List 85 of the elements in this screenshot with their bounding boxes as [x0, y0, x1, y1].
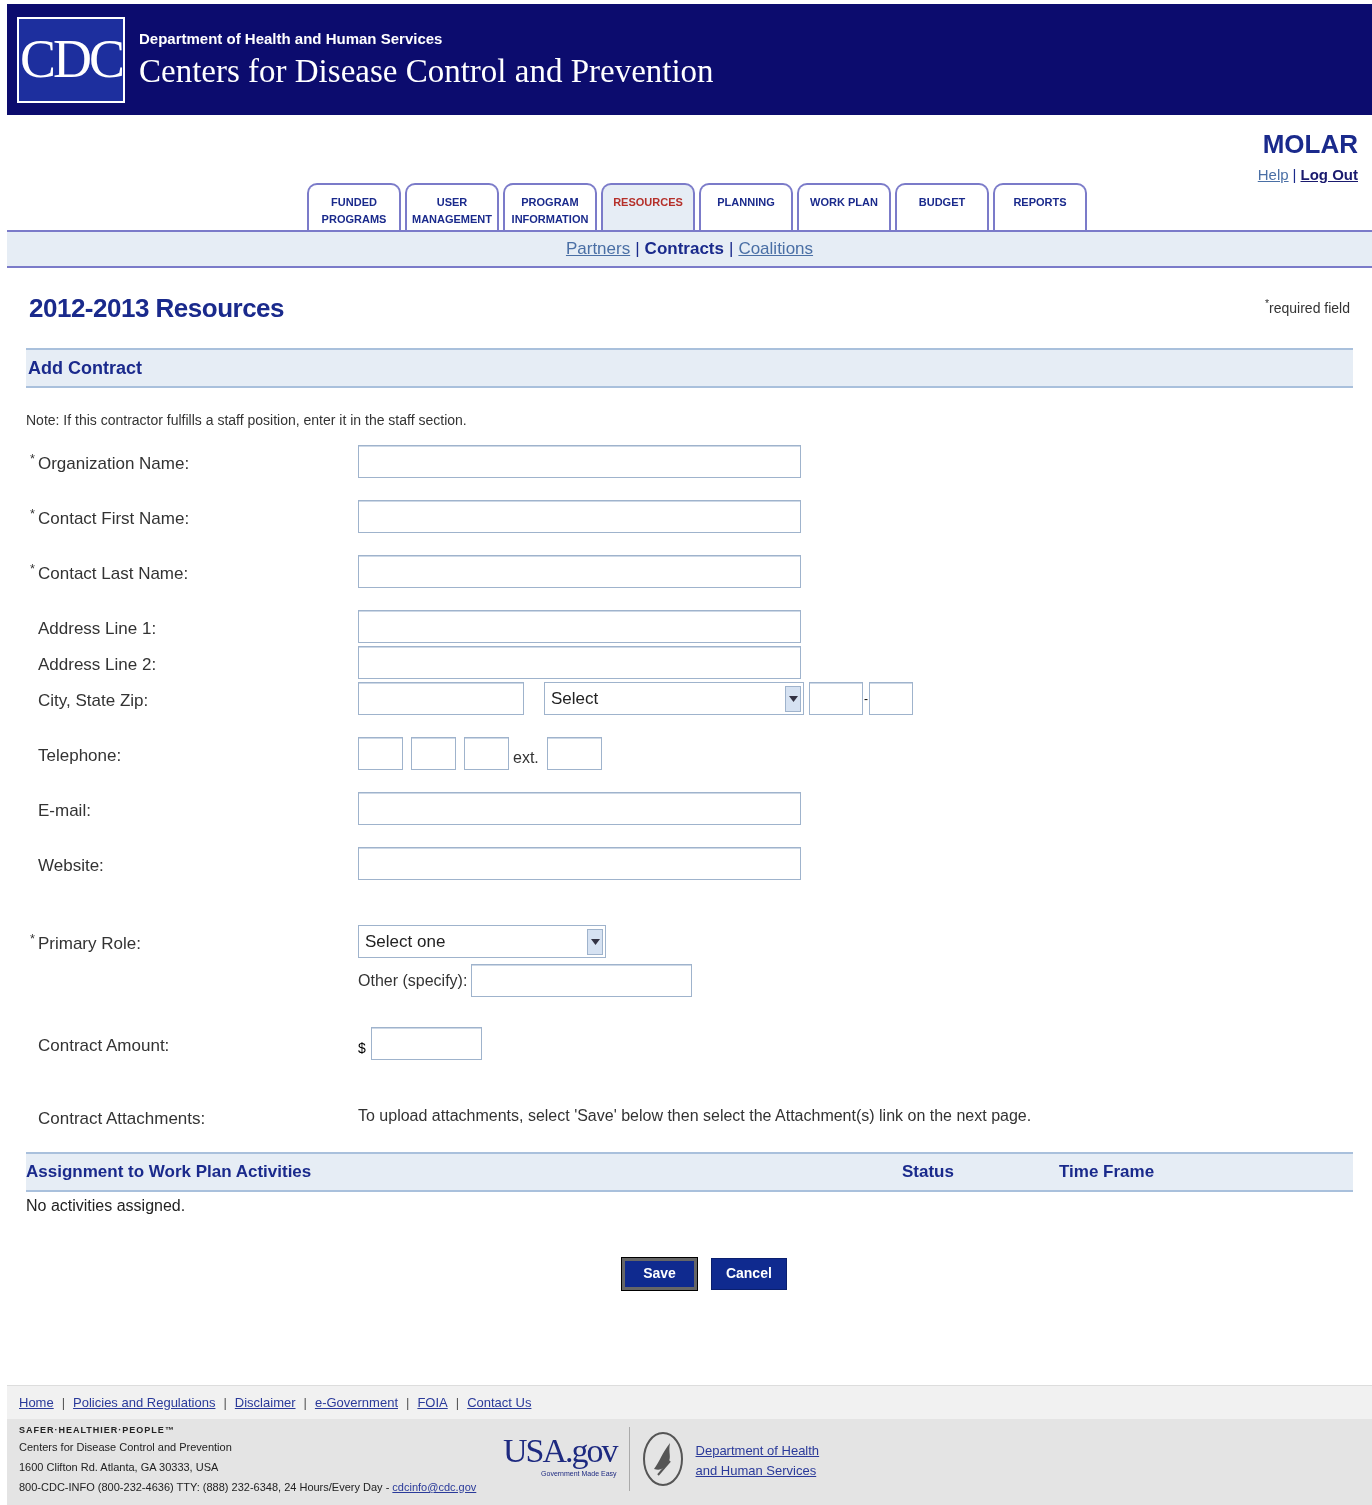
field-label: Website: — [37, 855, 105, 877]
app-name: MOLAR — [1262, 128, 1358, 161]
select-dropdown[interactable]: Select — [544, 682, 804, 715]
form-button[interactable]: Save — [622, 1257, 697, 1290]
link-separator: | — [61, 1393, 66, 1412]
input-field[interactable] — [411, 737, 456, 770]
nav-tab[interactable]: USER MANAGEMENT — [405, 183, 499, 230]
contact-line: 800-CDC-INFO (800-232-4636) TTY: (888) 232-6348, 24 Hours/Every Day - cdcinfo@cdc.gov — [19, 1480, 478, 1495]
hhs-link[interactable]: Department of Health and Human Services — [695, 1441, 820, 1481]
column-header: Time Frame — [1059, 1160, 1155, 1183]
required-note: $^{*}$required field — [1264, 297, 1350, 318]
other-label: Other (specify): — [358, 970, 468, 991]
header-link[interactable]: Help — [1257, 164, 1289, 187]
cdc-logo: CDC — [17, 16, 125, 103]
note-text: Note: If this contractor fulfills a staff position, enter it in the staff section. — [26, 411, 468, 430]
input-field[interactable] — [358, 500, 801, 533]
field-label: Address Line 2: — [37, 654, 158, 676]
field-label: Telephone: — [37, 745, 123, 767]
footer-link[interactable]: e-Government — [314, 1392, 398, 1413]
address-line: 1600 Clifton Rd. Atlanta, GA 30333, USA — [19, 1460, 220, 1475]
input-field[interactable] — [809, 682, 863, 715]
link-separator: | — [728, 238, 734, 261]
field-label: E-mail: — [37, 800, 92, 822]
footer-link[interactable]: Disclaimer — [234, 1392, 296, 1413]
email-link[interactable]: cdcinfo@cdc.gov — [392, 1481, 477, 1493]
input-field[interactable] — [546, 737, 602, 770]
department-name: Department of Health and Human Services — [139, 29, 444, 50]
tagline: SAFER·HEALTHIER·PEOPLE™ — [19, 1424, 176, 1437]
nav-tab[interactable]: FUNDED PROGRAMS — [307, 183, 401, 230]
eagle-icon — [641, 1431, 684, 1487]
link-separator: | — [1292, 165, 1297, 185]
input-field[interactable] — [358, 737, 403, 770]
input-field[interactable] — [358, 847, 801, 880]
input-field[interactable] — [358, 555, 801, 588]
form-button[interactable]: Cancel — [710, 1257, 787, 1290]
link-separator: | — [223, 1393, 227, 1412]
section-header: Add Contract — [26, 348, 1353, 388]
caret-icon — [587, 928, 603, 955]
input-field[interactable] — [358, 445, 801, 478]
footer-link[interactable]: Policies and Regulations — [73, 1392, 216, 1413]
input-field[interactable] — [358, 646, 801, 679]
nav-tab[interactable]: BUDGET — [895, 183, 989, 230]
subnav-link[interactable]: Coalitions — [738, 236, 814, 262]
field-label: $^{*}$ Contact First Name: — [30, 504, 191, 530]
input-field[interactable] — [869, 682, 913, 715]
attachment-note: To upload attachments, select 'Save' below then select the Attachment(s) link on the next page. — [358, 1106, 1032, 1126]
field-label: City, State Zip: — [37, 690, 150, 712]
empty-message: No activities assigned. — [26, 1195, 187, 1216]
currency-symbol: $ — [358, 1039, 366, 1058]
link-separator: | — [635, 238, 640, 261]
footer-link[interactable]: FOIA — [417, 1392, 448, 1413]
page-title: 2012-2013 Resources — [29, 291, 285, 325]
header-link[interactable]: Log Out — [1300, 164, 1358, 187]
nav-tab[interactable]: PROGRAM INFORMATION — [503, 183, 597, 230]
subnav-link[interactable]: Contracts — [644, 236, 724, 262]
link-separator: | — [406, 1393, 410, 1412]
subnav-link[interactable]: Partners — [565, 236, 631, 262]
field-label: Address Line 1: — [37, 618, 158, 640]
nav-tab[interactable]: WORK PLAN — [797, 183, 891, 230]
footer-link[interactable]: Home — [19, 1392, 54, 1413]
footer-link[interactable]: Contact Us — [467, 1392, 532, 1413]
input-field[interactable] — [464, 737, 509, 770]
link-separator: | — [455, 1393, 460, 1412]
link-separator: | — [303, 1393, 307, 1412]
address-line: Centers for Disease Control and Prevention — [19, 1440, 233, 1455]
ext-label: ext. — [513, 747, 539, 768]
column-header: Status — [902, 1160, 955, 1183]
input-field[interactable] — [358, 682, 524, 715]
nav-tab[interactable]: REPORTS — [993, 183, 1087, 230]
field-label: $^{*}$ Primary Role: — [30, 929, 142, 955]
nav-tab[interactable]: RESOURCES — [601, 183, 695, 230]
field-label: $^{*}$ Contact Last Name: — [30, 559, 190, 585]
field-label: Contract Attachments: — [37, 1108, 207, 1130]
zip-separator: - — [864, 690, 868, 708]
input-field[interactable] — [471, 964, 693, 997]
caret-icon — [785, 685, 801, 712]
field-label: $^{*}$ Organization Name: — [30, 449, 191, 475]
select-dropdown[interactable]: Select one — [358, 925, 606, 958]
column-header: Assignment to Work Plan Activities — [26, 1160, 313, 1183]
input-field[interactable] — [358, 610, 801, 643]
nav-tab[interactable]: PLANNING — [699, 183, 793, 230]
agency-name: Centers for Disease Control and Prevention — [139, 51, 714, 91]
input-field[interactable] — [370, 1027, 482, 1060]
input-field[interactable] — [358, 792, 801, 825]
field-label: Contract Amount: — [37, 1035, 171, 1057]
